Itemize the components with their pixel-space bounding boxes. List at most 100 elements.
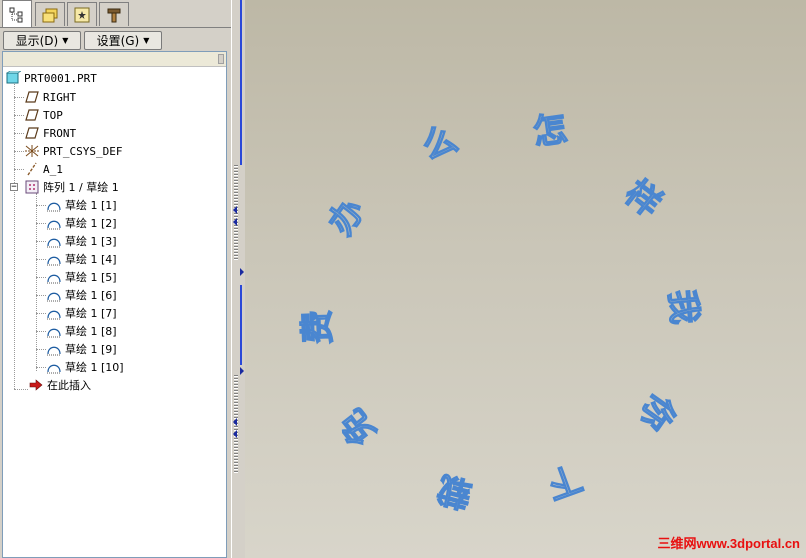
settings-dropdown-label: 设置(G) — [96, 34, 140, 48]
tree-item-sketch[interactable]: 草绘 1 [4] — [46, 250, 117, 268]
navigator-panel: 显示(D) ▼ 设置(G) ▼ PRT0001.PRT RIGHT TOP FR… — [0, 0, 232, 558]
sketch-icon — [46, 324, 62, 338]
tab-divider — [0, 27, 231, 28]
tree-connector — [36, 331, 46, 332]
tree-connector — [14, 115, 24, 116]
collapse-left-icon[interactable] — [233, 430, 237, 438]
sketch-icon — [46, 306, 62, 320]
tree-item-sketch[interactable]: 草绘 1 [7] — [46, 304, 117, 322]
tree-item-right-plane[interactable]: RIGHT — [24, 88, 76, 106]
expand-right-icon[interactable] — [240, 268, 244, 276]
scrollbar-thumb[interactable] — [218, 54, 224, 64]
tree-item-label: RIGHT — [43, 90, 77, 104]
collapse-left-icon[interactable] — [233, 418, 237, 426]
tree-connector — [14, 97, 24, 98]
datum-plane-icon — [24, 126, 40, 140]
tree-connector — [36, 277, 46, 278]
folder-browser-icon — [42, 8, 58, 22]
display-dropdown-button[interactable]: 显示(D) ▼ — [3, 31, 81, 50]
tree-item-sketch[interactable]: 草绘 1 [5] — [46, 268, 117, 286]
splitter-edge — [240, 285, 242, 365]
tab-model-tree[interactable] — [2, 0, 32, 28]
tree-connector — [36, 259, 46, 260]
sketch-icon — [46, 252, 62, 266]
tree-item-root-part[interactable]: PRT0001.PRT — [5, 69, 97, 87]
tree-item-front-plane[interactable]: FRONT — [24, 124, 76, 142]
collapse-left-icon[interactable] — [233, 206, 237, 214]
sketch-icon — [46, 234, 62, 248]
tree-item-sketch[interactable]: 草绘 1 [3] — [46, 232, 117, 250]
sketch-character[interactable]: 我 — [661, 288, 705, 327]
sketch-character[interactable]: 免 — [331, 401, 385, 454]
tree-item-label: 草绘 1 [3] — [65, 235, 117, 248]
sketch-character[interactable]: 下 — [541, 456, 588, 507]
tree-item-label: A_1 — [43, 162, 63, 176]
tree-connector — [36, 205, 46, 206]
tree-connector — [36, 223, 46, 224]
tree-connector — [14, 169, 24, 170]
navigator-toolbar: 显示(D) ▼ 设置(G) ▼ — [0, 29, 231, 51]
sketch-character[interactable]: 样 — [617, 172, 670, 226]
tree-item-sketch[interactable]: 草绘 1 [2] — [46, 214, 117, 232]
tree-item-label: 草绘 1 [6] — [65, 289, 117, 302]
tree-item-label: 草绘 1 [7] — [65, 307, 117, 320]
tree-item-insert-here[interactable]: 在此插入 — [28, 376, 91, 394]
tree-connector — [14, 81, 15, 389]
sketch-icon — [46, 216, 62, 230]
tree-item-sketch[interactable]: 草绘 1 [8] — [46, 322, 117, 340]
sketch-character[interactable]: 你 — [630, 386, 684, 438]
tree-item-label: 草绘 1 [1] — [65, 199, 117, 212]
sketch-character[interactable]: 费 — [297, 309, 339, 346]
sketch-icon — [46, 270, 62, 284]
tree-item-label: FRONT — [43, 126, 77, 140]
tree-item-label: PRT_CSYS_DEF — [43, 144, 123, 158]
datum-axis-icon — [24, 162, 40, 176]
tree-item-sketch[interactable]: 草绘 1 [6] — [46, 286, 117, 304]
tree-item-label: 草绘 1 [2] — [65, 217, 117, 230]
tree-header-scrollbar[interactable] — [3, 52, 226, 67]
connections-icon — [107, 8, 121, 22]
site-watermark: 三维网www.3dportal.cn — [657, 536, 800, 551]
tree-item-label: 草绘 1 [9] — [65, 343, 117, 356]
tree-item-axis[interactable]: A_1 — [24, 160, 63, 178]
tree-connector — [14, 133, 24, 134]
expand-right-icon[interactable] — [240, 367, 244, 375]
display-dropdown-label: 显示(D) — [15, 34, 59, 48]
tab-favorites[interactable] — [67, 2, 97, 26]
sketch-icon — [46, 360, 62, 374]
sketch-character[interactable]: 怎 — [530, 108, 571, 154]
panel-splitter[interactable] — [231, 0, 246, 558]
chevron-down-icon: ▼ — [143, 36, 150, 45]
tree-item-sketch[interactable]: 草绘 1 [1] — [46, 196, 117, 214]
collapse-left-icon[interactable] — [233, 218, 237, 226]
collapse-toggle[interactable]: − — [10, 183, 18, 192]
tree-item-label: 阵列 1 / 草绘 1 — [43, 181, 119, 194]
tree-item-csys[interactable]: PRT_CSYS_DEF — [24, 142, 122, 160]
navigator-tab-strip — [0, 0, 231, 28]
datum-plane-icon — [24, 108, 40, 122]
tree-item-sketch[interactable]: 草绘 1 [9] — [46, 340, 117, 358]
graphics-viewport[interactable]: 怎 样 我 你 下 载 免 费 办 么 三维网www.3dportal.cn — [245, 0, 806, 558]
tree-item-pattern[interactable]: 阵列 1 / 草绘 1 — [24, 178, 119, 196]
tab-folder-browser[interactable] — [35, 2, 65, 26]
settings-dropdown-button[interactable]: 设置(G) ▼ — [84, 31, 162, 50]
tree-item-label: 草绘 1 [5] — [65, 271, 117, 284]
sketch-icon — [46, 288, 62, 302]
part-icon — [5, 71, 21, 85]
tree-item-label: PRT0001.PRT — [24, 71, 97, 85]
tree-item-label: TOP — [43, 108, 63, 122]
sketch-character[interactable]: 载 — [433, 467, 477, 516]
tree-connector — [36, 313, 46, 314]
sketch-character[interactable]: 么 — [417, 118, 464, 169]
datum-plane-icon — [24, 90, 40, 104]
tree-connector — [36, 367, 46, 368]
model-tree[interactable]: PRT0001.PRT RIGHT TOP FRONT PRT_CSYS_DEF… — [2, 51, 227, 558]
coordinate-system-icon — [24, 144, 40, 158]
tree-connector — [14, 389, 28, 390]
tree-item-sketch[interactable]: 草绘 1 [10] — [46, 358, 124, 376]
tab-connections[interactable] — [99, 2, 129, 26]
sketch-icon — [46, 198, 62, 212]
sketch-character[interactable]: 办 — [320, 191, 374, 243]
tree-item-top-plane[interactable]: TOP — [24, 106, 63, 124]
tree-item-label: 草绘 1 [8] — [65, 325, 117, 338]
